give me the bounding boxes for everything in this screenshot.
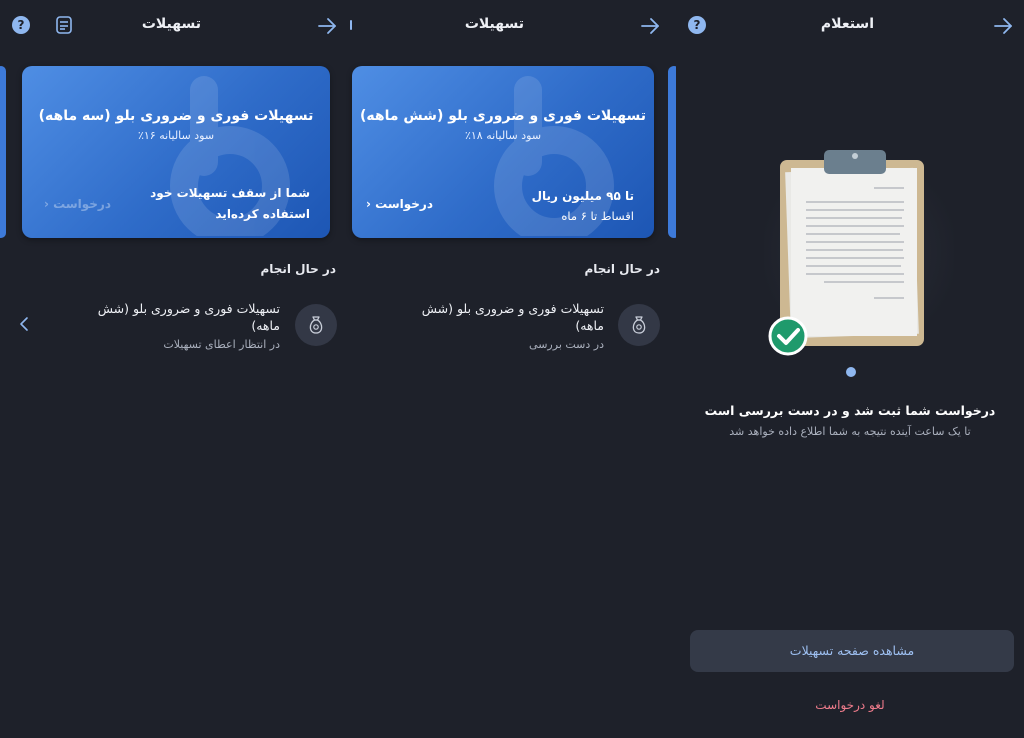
- money-bag-icon: [295, 304, 337, 346]
- card-limit-notice-line2: استفاده کرده‌اید: [215, 207, 310, 221]
- previous-card-edge[interactable]: [0, 66, 6, 238]
- help-icon-edge: [350, 20, 352, 30]
- success-message-title: درخواست شما ثبت شد و در دست بررسی است: [704, 403, 996, 418]
- page-title: تسهیلات: [141, 16, 201, 32]
- inquiry-panel-right: ? استعلام درخواست شما ثبت شد و در دست بر…: [676, 0, 1024, 738]
- request-label: درخواست: [53, 197, 111, 211]
- card-interest-rate: سود سالیانه ۱۸٪: [464, 129, 542, 142]
- card-installments: اقساط تا ۶ ماه: [561, 209, 634, 223]
- chevron-left-icon: ‹: [44, 197, 49, 211]
- header: تسهیلات: [346, 0, 676, 52]
- money-bag-icon: [618, 304, 660, 346]
- clipboard-illustration: [764, 150, 954, 356]
- chevron-left-icon: ‹: [366, 197, 371, 211]
- page-title: تسهیلات: [464, 16, 524, 32]
- card-interest-rate: سود سالیانه ۱۶٪: [137, 129, 215, 142]
- in-progress-item-status: در دست بررسی: [529, 338, 604, 351]
- in-progress-item-status: در انتظار اعطای تسهیلات: [163, 338, 280, 351]
- in-progress-section-title: در حال انجام: [584, 262, 660, 276]
- in-progress-item-title[interactable]: تسهیلات فوری و ضروری بلو (شش ماهه): [414, 300, 604, 334]
- arrow-right-icon[interactable]: [316, 15, 338, 37]
- header: ? تسهیلات: [0, 0, 346, 52]
- card-title: تسهیلات فوری و ضروری بلو (شش ماهه): [360, 108, 646, 124]
- chevron-left-icon[interactable]: [18, 316, 30, 332]
- card-max-amount: تا ۹۵ میلیون ریال: [531, 189, 634, 203]
- success-message-subtitle: تا یک ساعت آینده نتیجه به شما اطلاع داده…: [729, 425, 971, 438]
- next-card-edge[interactable]: [668, 66, 676, 238]
- view-facilities-button[interactable]: مشاهده صفحه تسهیلات: [690, 630, 1014, 672]
- card-limit-notice-line1: شما از سقف تسهیلات خود: [150, 186, 310, 200]
- help-icon[interactable]: ?: [12, 16, 30, 34]
- request-button-disabled: درخواست ‹: [44, 197, 111, 211]
- arrow-right-icon[interactable]: [639, 15, 661, 37]
- help-icon[interactable]: ?: [688, 16, 706, 34]
- header: ? استعلام: [676, 0, 1024, 52]
- cancel-request-link[interactable]: لغو درخواست: [676, 698, 1024, 712]
- page-title: استعلام: [820, 16, 874, 32]
- facilities-panel-left: ? تسهیلات تسهیلات فوری و ضروری بلو (سه م…: [0, 0, 346, 738]
- document-list-icon[interactable]: [54, 15, 74, 35]
- in-progress-item-title[interactable]: تسهیلات فوری و ضروری بلو (شش ماهه): [90, 300, 280, 334]
- pager-dot: [846, 367, 856, 377]
- request-button[interactable]: درخواست ‹: [366, 197, 433, 211]
- request-label: درخواست: [375, 197, 433, 211]
- card-title: تسهیلات فوری و ضروری بلو (سه ماهه): [38, 108, 314, 124]
- facility-card-six-month[interactable]: تسهیلات فوری و ضروری بلو (شش ماهه) سود س…: [352, 66, 654, 238]
- facility-card-three-month[interactable]: تسهیلات فوری و ضروری بلو (سه ماهه) سود س…: [22, 66, 330, 238]
- in-progress-section-title: در حال انجام: [260, 262, 336, 276]
- facilities-panel-middle: تسهیلات تسهیلات فوری و ضروری بلو (شش ماه…: [346, 0, 676, 738]
- arrow-right-icon[interactable]: [992, 15, 1014, 37]
